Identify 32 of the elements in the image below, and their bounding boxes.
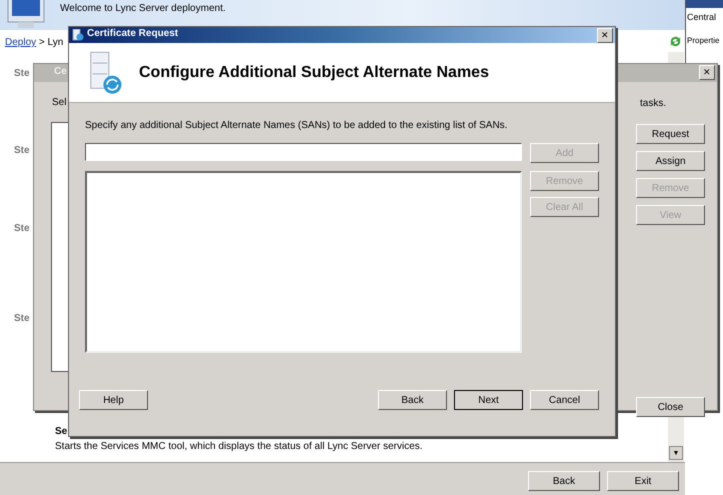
close-icon[interactable]: ✕ bbox=[597, 28, 613, 43]
action-button[interactable]: Assign bbox=[636, 151, 705, 171]
action-button[interactable]: Request bbox=[636, 124, 705, 144]
certificate-icon bbox=[72, 29, 84, 41]
step-label: Ste bbox=[14, 68, 30, 79]
section-description: Starts the Services MMC tool, which displays the status of all Lync Server services. bbox=[55, 441, 423, 452]
window-title: Ce bbox=[54, 66, 67, 77]
wizard-button[interactable]: Back bbox=[378, 390, 447, 410]
dialog-heading: Configure Additional Subject Alternate Names bbox=[139, 64, 489, 82]
panel-text: Propertie bbox=[687, 36, 720, 45]
refresh-icon[interactable] bbox=[669, 35, 682, 48]
wizard-button[interactable]: Back bbox=[528, 471, 600, 491]
wizard-button[interactable]: Next bbox=[454, 390, 523, 410]
breadcrumb-text: > Lyn bbox=[38, 37, 64, 48]
panel-header bbox=[686, 0, 723, 8]
step-label: Ste bbox=[14, 313, 30, 324]
section-heading: Se bbox=[55, 426, 68, 437]
panel-text: Central bbox=[687, 12, 716, 22]
instruction-text: Specify any additional Subject Alternate Names (SANs) to be added to the existing list of SANs. bbox=[85, 120, 508, 131]
wizard-button[interactable]: Cancel bbox=[530, 390, 599, 410]
san-input-field[interactable] bbox=[85, 143, 522, 161]
help-button[interactable]: Help bbox=[79, 390, 148, 410]
close-button[interactable]: Close bbox=[636, 397, 705, 417]
breadcrumb-link[interactable]: Deploy bbox=[5, 37, 36, 48]
close-icon[interactable]: ✕ bbox=[699, 65, 715, 80]
step-label: Ste bbox=[14, 145, 30, 156]
wizard-button[interactable]: Exit bbox=[607, 471, 679, 491]
step-label: Ste bbox=[14, 223, 30, 234]
welcome-text: Welcome to Lync Server deployment. bbox=[60, 3, 226, 14]
intro-text: Sel bbox=[52, 97, 66, 108]
intro-text: tasks. bbox=[640, 98, 666, 109]
window-title: Certificate Request bbox=[87, 28, 178, 39]
